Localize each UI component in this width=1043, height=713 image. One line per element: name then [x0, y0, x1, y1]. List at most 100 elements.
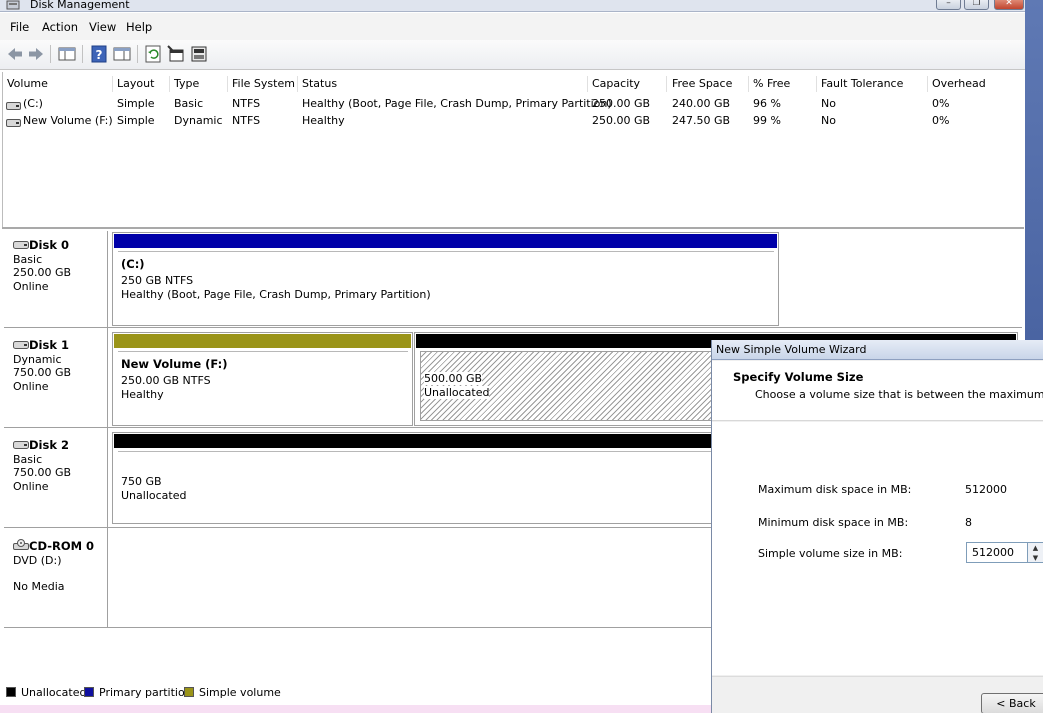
- disk-name: Disk 2: [29, 438, 69, 452]
- desktop-background: [1025, 0, 1043, 340]
- min-disk-space-label: Minimum disk space in MB:: [758, 516, 909, 529]
- cell-file-system: NTFS: [232, 97, 261, 110]
- toolbar: ?: [0, 40, 1025, 70]
- disk-0-label[interactable]: Disk 0 Basic 250.00 GB Online: [4, 231, 108, 327]
- partition-c[interactable]: (C:) 250 GB NTFS Healthy (Boot, Page Fil…: [112, 232, 779, 326]
- toolbar-separator: [137, 45, 138, 63]
- forward-arrow-icon[interactable]: [26, 44, 46, 64]
- column-header-overhead[interactable]: Overhead: [928, 76, 1023, 92]
- cell-type: Dynamic: [174, 114, 223, 127]
- column-header-status[interactable]: Status: [298, 76, 588, 92]
- disk-size: 750.00 GB: [13, 466, 72, 479]
- disk-name: CD-ROM 0: [29, 539, 95, 553]
- menu-action[interactable]: Action: [42, 20, 78, 34]
- partition-size: 250.00 GB NTFS: [121, 374, 211, 387]
- divider: [4, 427, 712, 428]
- disk-type: DVD (D:): [13, 553, 62, 567]
- stepper-down-icon[interactable]: ▼: [1028, 553, 1043, 563]
- cell-capacity: 250.00 GB: [592, 97, 651, 110]
- menu-bar: File Action View Help: [0, 13, 1025, 40]
- cell-free-space: 240.00 GB: [672, 97, 731, 110]
- disk-status: Online: [13, 479, 49, 493]
- cell-overhead: 0%: [932, 97, 950, 110]
- wizard-subheading: Choose a volume size that is between the…: [755, 388, 1043, 401]
- console-tree-icon[interactable]: [57, 44, 77, 64]
- back-arrow-icon[interactable]: [5, 44, 25, 64]
- cell-fault-tolerance: No: [821, 114, 836, 127]
- min-disk-space-value: 8: [965, 516, 972, 529]
- pane-splitter[interactable]: [2, 227, 1024, 229]
- legend: Unallocated Primary partition Simple vol…: [4, 684, 712, 702]
- properties-list-icon[interactable]: [112, 44, 132, 64]
- back-button[interactable]: < Back: [981, 693, 1043, 713]
- disk-2-label[interactable]: Disk 2 Basic 750.00 GB Online: [4, 428, 108, 527]
- partition-status: Unallocated: [121, 489, 187, 502]
- column-header-capacity[interactable]: Capacity: [588, 76, 667, 92]
- cell-fault-tolerance: No: [821, 97, 836, 110]
- volume-size-stepper[interactable]: ▲ ▼: [1028, 542, 1043, 563]
- menu-view[interactable]: View: [89, 20, 116, 34]
- cell-volume: (C:): [23, 97, 43, 110]
- divider: [4, 527, 712, 528]
- column-header-fault-tolerance[interactable]: Fault Tolerance: [817, 76, 928, 92]
- svg-text:?: ?: [96, 48, 103, 62]
- partition-size: 750 GB: [121, 475, 162, 488]
- disk-type: Basic: [13, 252, 43, 266]
- column-header-volume[interactable]: Volume: [3, 76, 113, 92]
- rescan-disks-icon[interactable]: [189, 44, 209, 64]
- max-disk-space-value: 512000: [965, 483, 1007, 496]
- cell-type: Basic: [174, 97, 204, 110]
- column-header-percent-free[interactable]: % Free: [749, 76, 817, 92]
- partition-size: 500.00 GB: [424, 372, 483, 385]
- partition-bar-unallocated: [114, 434, 730, 448]
- menu-help[interactable]: Help: [126, 20, 152, 34]
- close-button[interactable]: ✕: [994, 0, 1024, 10]
- wizard-body: Maximum disk space in MB: 512000 Minimum…: [712, 422, 1043, 675]
- disk-name: Disk 0: [29, 238, 69, 252]
- cell-volume: New Volume (F:): [23, 114, 113, 127]
- cell-layout: Simple: [117, 114, 155, 127]
- partition-new-volume-f[interactable]: New Volume (F:) 250.00 GB NTFS Healthy: [112, 332, 413, 426]
- legend-label-unallocated: Unallocated: [21, 686, 87, 699]
- table-row[interactable]: (C:) Simple Basic NTFS Healthy (Boot, Pa…: [3, 97, 1023, 113]
- wizard-footer: < Back: [712, 676, 1043, 713]
- minimize-button[interactable]: –: [936, 0, 961, 10]
- divider: [4, 327, 1022, 328]
- volume-list: Volume Layout Type File System Status Ca…: [2, 72, 1024, 227]
- disk-status: Online: [13, 279, 49, 293]
- disk-management-app-icon: [6, 0, 20, 11]
- cell-layout: Simple: [117, 97, 155, 110]
- menu-file[interactable]: File: [10, 20, 29, 34]
- column-header-free-space[interactable]: Free Space: [668, 76, 749, 92]
- partition-status: Healthy: [121, 388, 164, 401]
- divider: [4, 627, 712, 628]
- partition-bar-primary: [114, 234, 777, 248]
- new-simple-volume-wizard: New Simple Volume Wizard Specify Volume …: [711, 340, 1043, 713]
- properties-icon[interactable]: [166, 44, 186, 64]
- max-disk-space-label: Maximum disk space in MB:: [758, 483, 912, 496]
- stepper-up-icon[interactable]: ▲: [1028, 543, 1043, 553]
- column-header-layout[interactable]: Layout: [113, 76, 170, 92]
- partition-unallocated-disk-2[interactable]: 750 GB Unallocated: [112, 432, 732, 524]
- disk-1-label[interactable]: Disk 1 Dynamic 750.00 GB Online: [4, 328, 108, 427]
- toolbar-separator: [82, 45, 83, 63]
- refresh-icon[interactable]: [143, 44, 163, 64]
- cdrom-0-label[interactable]: CD-ROM 0 DVD (D:) No Media: [4, 528, 108, 627]
- disk-size: 750.00 GB: [13, 366, 72, 379]
- status-bar: [0, 705, 712, 713]
- partition-name: (C:): [121, 257, 145, 271]
- disk-size: 250.00 GB: [13, 266, 72, 279]
- column-header-file-system[interactable]: File System: [228, 76, 298, 92]
- legend-label-simple: Simple volume: [199, 686, 281, 699]
- column-header-type[interactable]: Type: [170, 76, 228, 92]
- maximize-button[interactable]: ❐: [964, 0, 989, 10]
- cell-file-system: NTFS: [232, 114, 261, 127]
- hard-disk-icon: [13, 440, 29, 450]
- table-row[interactable]: New Volume (F:) Simple Dynamic NTFS Heal…: [3, 114, 1023, 130]
- cell-percent-free: 99 %: [753, 114, 781, 127]
- cell-status: Healthy (Boot, Page File, Crash Dump, Pr…: [302, 97, 612, 110]
- help-icon[interactable]: ?: [89, 44, 109, 64]
- volume-size-input[interactable]: [966, 542, 1028, 563]
- disk-status: No Media: [13, 580, 65, 593]
- cell-percent-free: 96 %: [753, 97, 781, 110]
